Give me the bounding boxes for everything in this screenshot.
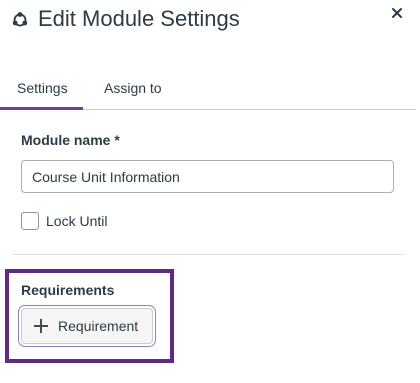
plus-icon xyxy=(34,319,48,333)
add-requirement-button[interactable]: Requirement xyxy=(21,308,153,344)
tab-assign-to[interactable]: Assign to xyxy=(104,70,162,108)
tab-bar: Settings Assign to xyxy=(0,70,416,110)
page-title: Edit Module Settings xyxy=(38,6,240,31)
section-divider xyxy=(12,254,405,255)
tab-settings[interactable]: Settings xyxy=(17,70,68,108)
requirements-label: Requirements xyxy=(21,282,115,298)
close-button[interactable] xyxy=(386,2,408,24)
edit-module-settings-panel: Edit Module Settings Settings Assign to … xyxy=(0,0,420,383)
lock-until-label: Lock Until xyxy=(46,213,108,229)
lock-until-checkbox[interactable] xyxy=(21,212,39,230)
active-tab-indicator xyxy=(0,107,83,110)
panel-header: Edit Module Settings xyxy=(0,0,420,42)
close-icon xyxy=(392,8,402,18)
module-name-input[interactable] xyxy=(21,160,394,193)
module-name-label: Module name * xyxy=(21,132,120,148)
module-icon xyxy=(10,10,30,30)
add-requirement-label: Requirement xyxy=(58,318,139,334)
lock-until-checkbox-row[interactable]: Lock Until xyxy=(21,210,107,232)
